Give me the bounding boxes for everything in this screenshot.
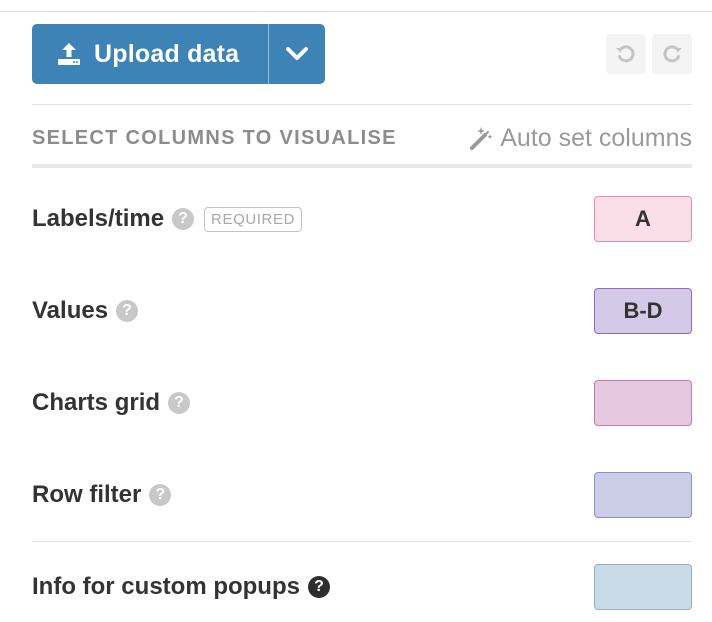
upload-icon <box>58 43 80 65</box>
column-label: Charts grid <box>32 389 161 416</box>
column-row-info-popups: Info for custom popups ? <box>32 563 692 611</box>
column-row-values: Values ? B-D <box>32 287 692 335</box>
help-icon[interactable]: ? <box>307 576 330 598</box>
top-border <box>0 0 712 12</box>
upload-data-button[interactable]: Upload data <box>32 24 268 84</box>
column-label: Info for custom popups <box>32 573 300 600</box>
help-icon[interactable]: ? <box>172 208 195 230</box>
help-icon[interactable]: ? <box>116 300 139 322</box>
column-row-charts-grid: Charts grid ? <box>32 379 692 427</box>
column-label: Row filter <box>32 481 142 508</box>
redo-button[interactable] <box>652 34 692 74</box>
column-selector-labels-time[interactable]: A <box>594 196 692 242</box>
redo-icon <box>663 45 682 63</box>
column-row-labels-time: Labels/time ? REQUIRED A <box>32 195 692 243</box>
auto-set-columns-label: Auto set columns <box>500 123 692 152</box>
section-title: SELECT COLUMNS TO VISUALISE <box>32 126 397 149</box>
column-selector-row-filter[interactable] <box>594 472 692 518</box>
column-label: Values <box>32 297 109 324</box>
magic-wand-icon <box>470 127 493 150</box>
section-header: SELECT COLUMNS TO VISUALISE Auto set col… <box>32 112 692 168</box>
upload-dropdown-button[interactable] <box>269 24 325 84</box>
column-row-row-filter: Row filter ? <box>32 471 692 519</box>
auto-set-columns-button[interactable]: Auto set columns <box>468 124 692 153</box>
column-selector-values[interactable]: B-D <box>594 288 692 334</box>
upload-button-group: Upload data <box>32 24 325 84</box>
required-badge: REQUIRED <box>204 206 303 232</box>
column-label: Labels/time <box>32 205 165 232</box>
toolbar-divider <box>32 104 692 105</box>
chevron-down-icon <box>286 47 308 60</box>
column-selector-info-popups[interactable] <box>594 564 692 610</box>
undo-icon <box>616 45 635 63</box>
upload-data-label: Upload data <box>94 39 240 68</box>
rows-divider <box>32 541 692 542</box>
help-icon[interactable]: ? <box>168 392 191 414</box>
undo-button[interactable] <box>606 34 646 74</box>
column-selector-charts-grid[interactable] <box>594 380 692 426</box>
help-icon[interactable]: ? <box>149 484 172 506</box>
